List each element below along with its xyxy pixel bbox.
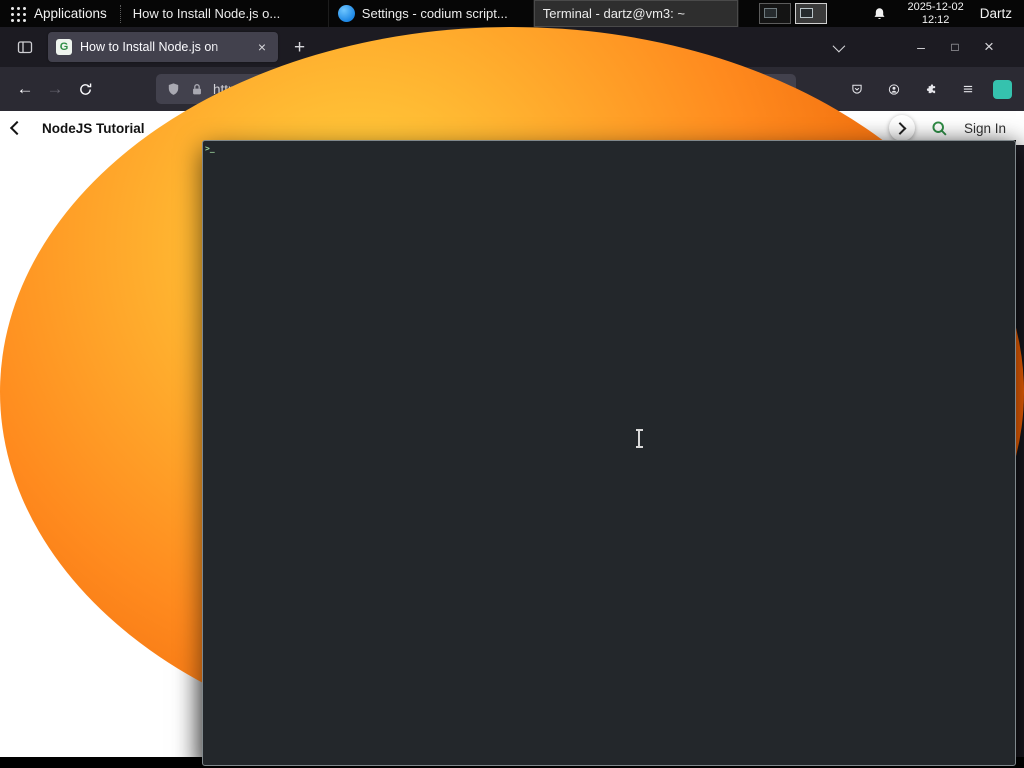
panel-separator <box>119 4 121 23</box>
applications-menu-button[interactable]: Applications <box>0 0 117 27</box>
taskbar-window-button[interactable]: Terminal - dartz@vm3: ~ <box>202 0 1016 766</box>
site-nav-primary[interactable]: NodeJS Tutorial <box>42 121 145 136</box>
browser-tab[interactable]: G How to Install Node.js on × <box>48 32 278 62</box>
tab-close-button[interactable]: × <box>254 39 270 55</box>
shield-icon[interactable] <box>166 82 181 97</box>
codium-icon <box>337 5 355 22</box>
workspace-switcher[interactable] <box>758 3 827 24</box>
search-icon[interactable] <box>931 120 948 137</box>
workspace-2-active[interactable] <box>794 3 827 24</box>
save-to-pocket-icon[interactable] <box>845 77 869 101</box>
forward-button: → <box>40 74 70 104</box>
firefox-view-button[interactable] <box>8 32 42 62</box>
menu-hamburger-icon[interactable] <box>956 77 980 101</box>
applications-grid-icon <box>10 6 26 22</box>
nav-scroll-left-chevron-icon[interactable] <box>9 120 25 136</box>
taskbar-window-title: How to Install Node.js o... <box>132 6 281 21</box>
tab-favicon: G <box>56 39 72 55</box>
tab-title: How to Install Node.js on <box>80 40 219 54</box>
applications-label: Applications <box>34 6 107 21</box>
taskbar-window-button[interactable]: How to Install Node.js o... <box>0 0 1024 757</box>
new-tab-button[interactable]: + <box>288 38 311 57</box>
desktop: Applications How to Install Node.js o...… <box>0 0 1024 768</box>
clock-date: 2025-12-02 <box>907 0 964 13</box>
account-icon[interactable] <box>882 77 906 101</box>
window-close-button[interactable]: × <box>972 37 1006 57</box>
taskbar-window-title: Terminal - dartz@vm3: ~ <box>542 6 685 21</box>
taskbar: How to Install Node.js o... Settings - co… <box>0 0 1024 766</box>
window-maximize-button[interactable]: □ <box>938 40 972 54</box>
reload-button[interactable] <box>70 74 100 104</box>
back-button[interactable]: ← <box>10 74 40 104</box>
chevron-right-icon <box>894 121 907 135</box>
nav-scroll-right-button[interactable] <box>888 115 915 141</box>
window-controls: – □ × <box>832 37 1016 57</box>
user-menu[interactable]: Dartz <box>980 6 1012 21</box>
taskbar-window-button[interactable]: Settings - codium script... <box>329 0 534 27</box>
toolbar-right-icons <box>845 77 1014 101</box>
taskbar-window-title: Settings - codium script... <box>361 6 508 21</box>
top-panel: Applications How to Install Node.js o...… <box>0 0 1024 766</box>
workspace-1[interactable] <box>758 3 791 24</box>
mouse-cursor <box>635 429 643 448</box>
extensions-icon[interactable] <box>919 77 943 101</box>
window-minimize-button[interactable]: – <box>904 39 938 55</box>
panel-clock[interactable]: 2025-12-02 12:12 <box>907 1 963 26</box>
notification-bell-icon[interactable] <box>867 2 891 26</box>
firefox-view-icon <box>17 39 33 55</box>
list-all-tabs-chevron-icon[interactable] <box>832 39 846 52</box>
sidebar-extension-icon[interactable] <box>993 79 1012 99</box>
clock-time: 12:12 <box>921 13 950 26</box>
sign-in-button[interactable]: Sign In <box>964 121 1006 136</box>
lock-icon[interactable] <box>190 82 204 97</box>
panel-tray: 2025-12-02 12:12 Dartz <box>867 1 1024 26</box>
